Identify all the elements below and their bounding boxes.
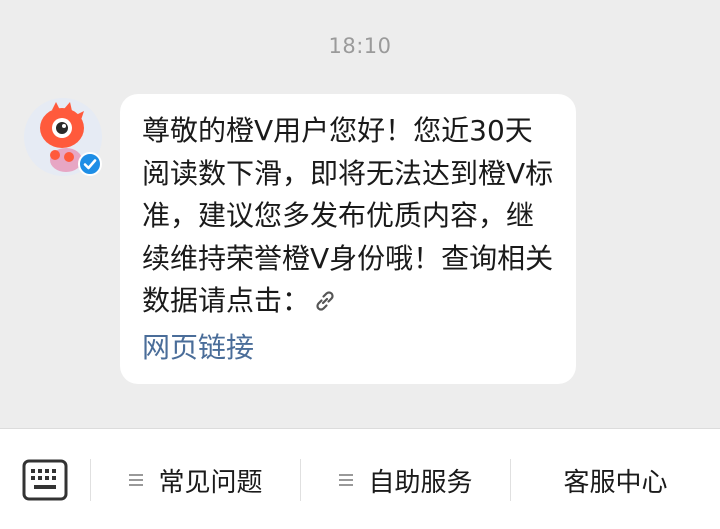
verified-check-icon (78, 152, 102, 176)
menu-common-questions[interactable]: 常见问题 (91, 457, 300, 503)
chat-area: 18:10 尊敬的橙V用户您好！您近30天阅读数下滑，即将无法达到橙V标准，建议… (0, 0, 720, 428)
menu-common-questions-label: 常见问题 (158, 467, 263, 498)
menu-lines-icon (339, 474, 354, 486)
web-link[interactable]: 网页链接 (142, 331, 254, 364)
menu-self-service-label: 自助服务 (368, 467, 473, 498)
menu-lines-icon (129, 474, 144, 486)
message-timestamp: 18:10 (328, 34, 392, 58)
menu-customer-service-center[interactable]: 客服中心 (511, 457, 720, 503)
menu-self-service[interactable]: 自助服务 (301, 457, 510, 503)
bottom-menu-bar: 常见问题 自助服务 客服中心 (0, 428, 720, 529)
message-bubble: 尊敬的橙V用户您好！您近30天阅读数下滑，即将无法达到橙V标准，建议您多发布优质… (120, 94, 576, 384)
menu-customer-service-label: 客服中心 (563, 467, 668, 498)
message-body: 尊敬的橙V用户您好！您近30天阅读数下滑，即将无法达到橙V标准，建议您多发布优质… (142, 114, 554, 317)
avatar[interactable] (24, 98, 102, 176)
message-text: 尊敬的橙V用户您好！您近30天阅读数下滑，即将无法达到橙V标准，建议您多发布优质… (142, 110, 556, 369)
link-icon[interactable] (312, 284, 338, 327)
keyboard-toggle-button[interactable] (20, 455, 70, 505)
keyboard-icon (22, 459, 68, 501)
